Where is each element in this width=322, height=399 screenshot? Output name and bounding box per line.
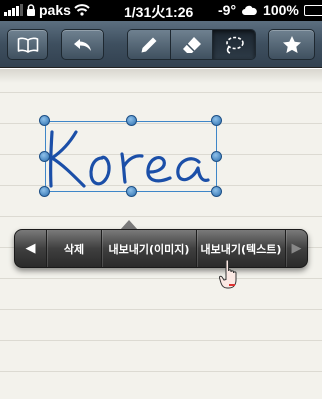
temperature: -9° [218,2,237,18]
battery-percent: 100% [263,2,299,18]
toolbar [0,21,322,68]
eraser-icon [182,36,201,53]
cloud-icon [242,5,257,15]
undo-icon [73,38,91,51]
signal-bars [4,4,23,16]
popup-prev-button[interactable]: ◀ [15,230,47,267]
favorite-button[interactable] [268,29,315,60]
export-image-button[interactable]: 내보내기(이미지) [102,230,197,267]
carrier-name: paks [39,2,71,18]
pen-icon [141,37,157,52]
lasso-tool-button[interactable] [213,30,255,59]
delete-button[interactable]: 삭제 [47,230,102,267]
eraser-tool-button[interactable] [170,30,214,59]
resize-handle[interactable] [211,151,222,162]
resize-handle[interactable] [39,151,50,162]
pen-tool-button[interactable] [128,30,171,59]
lock-icon [27,3,35,16]
status-bar: paks 1/31火1:26 -9° 100% [0,0,322,21]
star-icon [282,36,301,53]
resize-handle[interactable] [39,186,50,197]
resize-handle[interactable] [126,115,137,126]
battery-icon [303,4,322,16]
clock: 1/31火1:26 [124,4,194,20]
tool-selector [127,29,256,60]
resize-handle[interactable] [39,115,50,126]
notebook-button[interactable] [7,29,48,60]
resize-handle[interactable] [211,115,222,126]
notebook-icon [17,37,38,53]
hand-cursor-icon [219,259,237,289]
wifi-icon [74,4,90,16]
resize-handle[interactable] [211,186,222,197]
edit-popup-menu: ◀ 삭제 내보내기(이미지) 내보내기(텍스트) ▶ [14,229,308,268]
undo-button[interactable] [61,29,104,60]
lasso-icon [226,36,244,54]
resize-handle[interactable] [126,186,137,197]
toolbar-shadow [0,69,322,83]
popup-next-button[interactable]: ▶ [286,230,307,267]
selection-box [45,121,217,192]
